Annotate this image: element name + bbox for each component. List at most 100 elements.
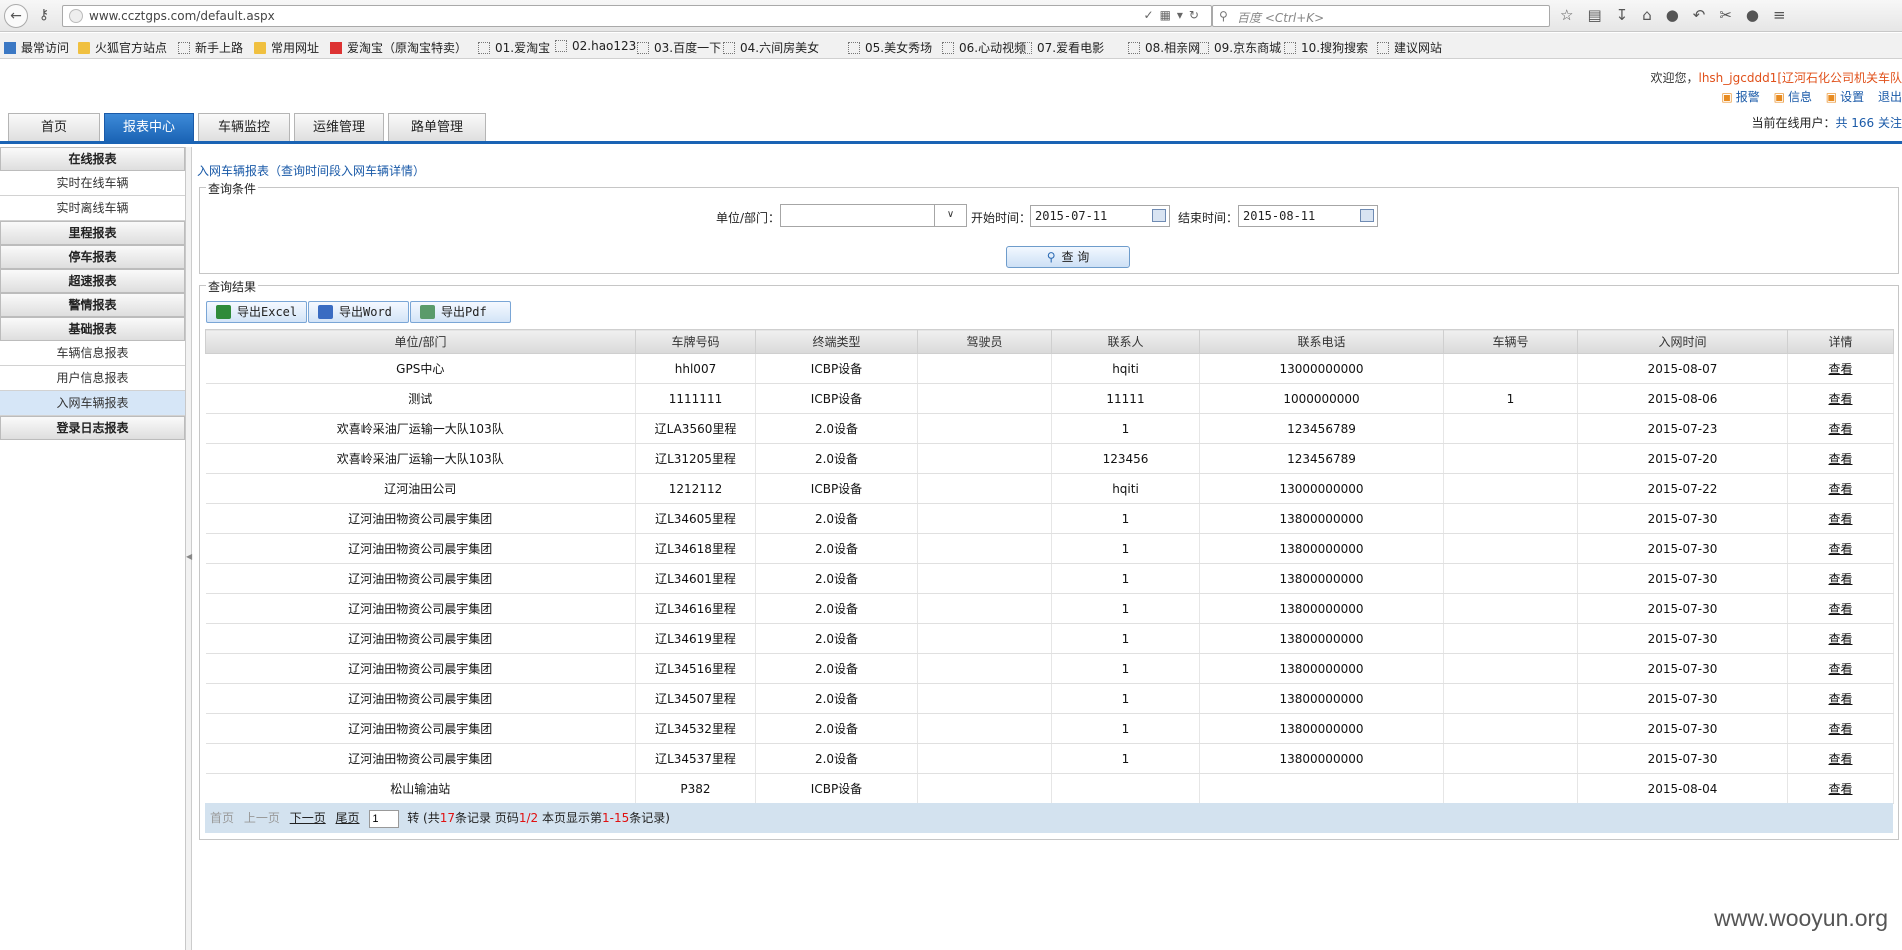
bookmark-item[interactable]: 03.百度一下 bbox=[637, 39, 721, 56]
bookmark-item[interactable]: 07.爱看电影 bbox=[1020, 39, 1104, 56]
column-header[interactable]: 车牌号码 bbox=[635, 329, 756, 354]
tab-maintenance[interactable]: 运维管理 bbox=[294, 113, 384, 142]
bookmark-item[interactable]: 建议网站 bbox=[1377, 39, 1442, 56]
bookmark-item[interactable]: 05.美女秀场 bbox=[848, 39, 932, 56]
reload-icon[interactable]: ✓▦▾↻ bbox=[1144, 8, 1205, 22]
view-detail-link[interactable]: 查看 bbox=[1828, 692, 1852, 706]
export-word-button[interactable]: 导出Word bbox=[308, 301, 409, 323]
prev-page-link: 上一页 bbox=[243, 811, 280, 825]
bookmark-item[interactable]: 04.六间房美女 bbox=[723, 39, 819, 56]
watermark: www.wooyun.org bbox=[1714, 905, 1888, 931]
sidebar-splitter[interactable]: ◀ bbox=[186, 147, 192, 950]
search-icon: ⚲ bbox=[1046, 250, 1056, 264]
user-name[interactable]: lhsh_jgcddd1[辽河石化公司机关车队 bbox=[1698, 71, 1902, 85]
sidebar-item[interactable]: 车辆信息报表 bbox=[0, 341, 185, 366]
column-header[interactable]: 单位/部门 bbox=[205, 329, 636, 354]
sidebar-group[interactable]: 停车报表 bbox=[0, 245, 185, 269]
address-bar[interactable]: www.ccztgps.com/default.aspx ✓▦▾↻ bbox=[62, 5, 1212, 27]
bookmark-item[interactable]: 02.hao123 bbox=[555, 39, 636, 53]
calendar-icon[interactable] bbox=[1360, 209, 1374, 222]
logout-link[interactable]: 退出 bbox=[1878, 90, 1902, 104]
bookmark-item[interactable]: 最常访问 bbox=[4, 39, 69, 56]
bookmark-item[interactable]: 06.心动视频 bbox=[942, 39, 1026, 56]
go-button[interactable]: 转 bbox=[407, 811, 419, 825]
table-cell: 辽河油田物资公司晨宇集团 bbox=[205, 563, 636, 594]
sidebar-group[interactable]: 基础报表 bbox=[0, 317, 185, 341]
sidebar-item[interactable]: 入网车辆报表 bbox=[0, 391, 185, 416]
view-detail-link[interactable]: 查看 bbox=[1828, 542, 1852, 556]
view-detail-link[interactable]: 查看 bbox=[1828, 752, 1852, 766]
table-cell bbox=[1443, 533, 1578, 564]
table-cell: 测试 bbox=[205, 383, 636, 414]
last-page-link[interactable]: 尾页 bbox=[336, 811, 360, 825]
column-header[interactable]: 联系电话 bbox=[1199, 329, 1444, 354]
table-cell: 2015-07-30 bbox=[1577, 593, 1788, 624]
tab-waybill[interactable]: 路单管理 bbox=[388, 113, 486, 142]
bookmark-item[interactable]: 新手上路 bbox=[178, 39, 243, 56]
sidebar-group[interactable]: 在线报表 bbox=[0, 147, 185, 171]
view-detail-link[interactable]: 查看 bbox=[1828, 512, 1852, 526]
view-detail-link[interactable]: 查看 bbox=[1828, 572, 1852, 586]
sidebar-group[interactable]: 警情报表 bbox=[0, 293, 185, 317]
column-header[interactable]: 入网时间 bbox=[1577, 329, 1788, 354]
export-pdf-button[interactable]: 导出Pdf bbox=[410, 301, 511, 323]
view-detail-link[interactable]: 查看 bbox=[1828, 632, 1852, 646]
next-page-link[interactable]: 下一页 bbox=[290, 811, 326, 825]
column-header[interactable]: 终端类型 bbox=[755, 329, 918, 354]
page-number-input[interactable] bbox=[369, 809, 400, 828]
column-header[interactable]: 详情 bbox=[1787, 329, 1894, 354]
view-detail-link[interactable]: 查看 bbox=[1828, 722, 1852, 736]
end-date-field[interactable]: 2015-08-11 bbox=[1238, 205, 1378, 227]
view-detail-link[interactable]: 查看 bbox=[1828, 482, 1852, 496]
query-button[interactable]: ⚲ 查 询 bbox=[1006, 246, 1130, 268]
bookmark-icon bbox=[1020, 42, 1032, 54]
view-detail-link[interactable]: 查看 bbox=[1828, 362, 1852, 376]
bookmark-item[interactable]: 08.相亲网 bbox=[1128, 39, 1200, 56]
results-table: 单位/部门 车牌号码 终端类型 驾驶员 联系人 联系电话 车辆号 入网时间 详情 GPS中心 hh… bbox=[205, 329, 1894, 804]
start-date-field[interactable]: 2015-07-11 bbox=[1030, 205, 1170, 227]
column-header[interactable]: 车辆号 bbox=[1443, 329, 1578, 354]
bookmark-item[interactable]: 10.搜狗搜索 bbox=[1284, 39, 1368, 56]
alarm-link[interactable]: ▣ 报警 bbox=[1721, 90, 1759, 104]
results-legend: 查询结果 bbox=[206, 278, 259, 295]
toolbar-icons[interactable]: ☆▤↧⌂●↶✂●≡ bbox=[1560, 6, 1800, 24]
collapse-icon[interactable]: ◀ bbox=[186, 552, 192, 561]
view-detail-link[interactable]: 查看 bbox=[1828, 422, 1852, 436]
sidebar-group[interactable]: 登录日志报表 bbox=[0, 416, 185, 440]
online-count[interactable]: 共 166 关注 bbox=[1835, 116, 1902, 130]
bookmark-item[interactable]: 常用网址 bbox=[254, 39, 319, 56]
bookmark-item[interactable]: 09.京东商城 bbox=[1197, 39, 1281, 56]
table-cell: 辽河油田公司 bbox=[205, 473, 636, 504]
pager-text-2: 条记录 页码 bbox=[455, 811, 519, 825]
view-detail-link[interactable]: 查看 bbox=[1828, 392, 1852, 406]
sidebar-group[interactable]: 里程报表 bbox=[0, 221, 185, 245]
tab-vehicle-monitor[interactable]: 车辆监控 bbox=[198, 113, 290, 142]
calendar-icon[interactable] bbox=[1152, 209, 1166, 222]
export-excel-button[interactable]: 导出Excel bbox=[206, 301, 307, 323]
key-icon[interactable]: ⚷ bbox=[32, 4, 56, 28]
view-detail-link[interactable]: 查看 bbox=[1828, 662, 1852, 676]
unit-select[interactable]: ∨ bbox=[780, 204, 967, 227]
column-header[interactable]: 驾驶员 bbox=[917, 329, 1052, 354]
tab-home[interactable]: 首页 bbox=[8, 113, 100, 142]
view-detail-link[interactable]: 查看 bbox=[1828, 602, 1852, 616]
bookmark-item[interactable]: 01.爱淘宝 bbox=[478, 39, 550, 56]
bookmark-item[interactable]: 火狐官方站点 bbox=[78, 39, 167, 56]
sidebar-item[interactable]: 实时在线车辆 bbox=[0, 171, 185, 196]
view-detail-link[interactable]: 查看 bbox=[1828, 782, 1852, 796]
chevron-down-icon[interactable]: ∨ bbox=[934, 205, 966, 226]
bookmark-label: 新手上路 bbox=[195, 41, 244, 55]
settings-link[interactable]: ▣ 设置 bbox=[1826, 90, 1864, 104]
view-detail-link[interactable]: 查看 bbox=[1828, 452, 1852, 466]
search-input[interactable]: ⚲ 百度 <Ctrl+K> bbox=[1212, 5, 1550, 27]
sidebar-group[interactable]: 超速报表 bbox=[0, 269, 185, 293]
table-cell: ICBP设备 bbox=[755, 383, 918, 414]
sidebar-item[interactable]: 用户信息报表 bbox=[0, 366, 185, 391]
back-icon[interactable]: ← bbox=[4, 4, 28, 28]
bookmark-item[interactable]: 爱淘宝（原淘宝特卖） bbox=[330, 39, 467, 56]
tab-reports[interactable]: 报表中心 bbox=[104, 113, 194, 142]
message-link[interactable]: ▣ 信息 bbox=[1774, 90, 1812, 104]
sidebar-item[interactable]: 实时离线车辆 bbox=[0, 196, 185, 221]
column-header[interactable]: 联系人 bbox=[1051, 329, 1200, 354]
table-cell: 辽L31205里程 bbox=[635, 443, 756, 474]
